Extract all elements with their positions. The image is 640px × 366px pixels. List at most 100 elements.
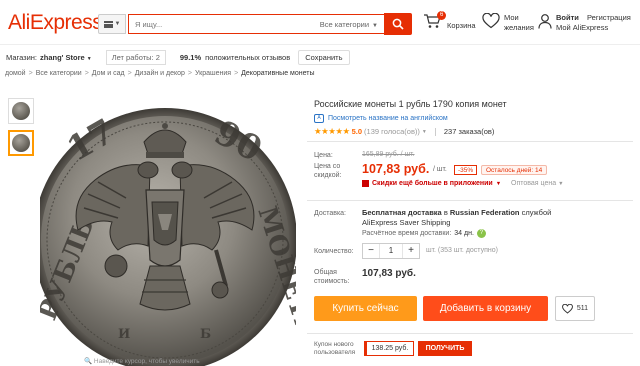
thumbnail-2-selected[interactable] (8, 130, 34, 156)
quantity-stepper: − 1 + (362, 243, 420, 259)
search-category-label: Все категории (319, 19, 370, 29)
coupon-label-line1: Купон нового (314, 341, 354, 348)
total-label-line1: Общая (314, 269, 337, 276)
add-to-wishlist-button[interactable]: 511 (555, 296, 595, 321)
chevron-down-icon: ▼ (114, 21, 121, 27)
delivery-time-value: 34 дн. (454, 230, 474, 237)
original-price: 165,89 руб. / шт. (362, 151, 415, 158)
coin-reverse-thumbnail (12, 134, 30, 152)
aliexpress-logo[interactable]: AliExpress (8, 11, 103, 35)
chevron-down-icon: ▼ (421, 128, 427, 135)
breadcrumb-current[interactable]: Декоративные монеты (241, 70, 314, 82)
coin-mark-right: Б (200, 327, 211, 342)
get-coupon-button[interactable]: ПОЛУЧИТЬ (418, 341, 472, 356)
quantity-increase-button[interactable]: + (403, 244, 419, 258)
app-discount-text: Скидки ещё больше в приложении (372, 180, 493, 187)
divider (434, 127, 436, 136)
search-button[interactable] (384, 13, 412, 35)
cart-link[interactable]: 6 Корзина (423, 11, 476, 31)
menu-icon (103, 20, 113, 28)
delivery-time-label: Расчётное время доставки: (362, 230, 452, 237)
quantity-decrease-button[interactable]: − (363, 244, 379, 258)
shipping-method: AliExpress Saver Shipping (362, 218, 451, 227)
price-label: Цена: (314, 152, 333, 159)
store-name: zhang' Store (40, 52, 85, 62)
breadcrumb-design-decor[interactable]: Дизайн и декор (135, 70, 185, 82)
rating-row: ★★★★★ 5.0 (139 голоса(ов)) ▼ 237 заказа(… (314, 126, 494, 137)
zoom-hint-text: Наведите курсор, чтобы увеличить (93, 358, 200, 365)
breadcrumb: домой > Все категории > Дом и сад > Дизайн … (5, 70, 315, 82)
rating-value: 5.0 (351, 127, 363, 136)
search-input[interactable] (129, 15, 309, 33)
coupon-value: 138.25 руб. (364, 341, 414, 356)
quantity-label: Количество: (314, 248, 354, 255)
wishlist-label-line1: Мои (504, 13, 519, 22)
positive-feedback-label: положительных отзывов (205, 52, 291, 62)
chevron-down-icon: ▼ (495, 180, 502, 187)
quantity-available: шт. (353 шт. доступно) (426, 247, 498, 254)
wholesale-price-text: Оптовая цена (511, 180, 557, 187)
rating-votes-link[interactable]: (139 голоса(ов)) (364, 127, 420, 136)
breadcrumb-separator: > (127, 70, 132, 77)
thumbnail-1[interactable] (8, 98, 34, 124)
days-left-badge: Осталось дней: 14 (481, 165, 548, 175)
buy-now-button[interactable]: Купить сейчас (314, 296, 417, 321)
cart-label: Корзина (447, 21, 476, 30)
sale-price-label: Цена со скидкой: (314, 162, 341, 180)
breadcrumb-home-garden[interactable]: Дом и сад (92, 70, 125, 82)
delivery-country-link[interactable]: Russian Federation (450, 208, 520, 217)
cart-count-badge: 6 (437, 11, 447, 20)
register-link[interactable]: Регистрация (587, 13, 631, 22)
help-icon[interactable]: ? (476, 229, 486, 238)
total-label: Общая стоимость: (314, 268, 349, 286)
delivery-service-word: службой (519, 208, 552, 217)
total-price: 107,83 руб. (362, 268, 416, 279)
save-store-button[interactable]: Сохранить (298, 49, 350, 65)
free-shipping-text: Бесплатная доставка (362, 208, 442, 217)
divider (307, 200, 633, 201)
quantity-input[interactable]: 1 (379, 244, 403, 258)
coin-mark-left: И (118, 327, 130, 342)
breadcrumb-separator: > (187, 70, 193, 77)
delivery-label: Доставка: (314, 210, 347, 217)
divider (307, 141, 633, 142)
zoom-hint: 🔍 Наведите курсор, чтобы увеличить (84, 358, 200, 365)
store-name-link[interactable]: zhang' Store ▼ (40, 53, 92, 62)
delivery-time: Расчётное время доставки: 34 дн. ? (362, 229, 486, 238)
search-icon (392, 18, 404, 30)
breadcrumb-separator: > (84, 70, 89, 77)
mobile-app-icon (362, 180, 369, 187)
wishlist-link[interactable]: Мои желания (482, 13, 534, 33)
translate-title-link[interactable]: A Посмотреть название на английском (314, 114, 448, 123)
wishlist-count: 511 (576, 305, 589, 312)
chevron-down-icon: ▼ (558, 181, 564, 187)
my-aliexpress-link[interactable]: Мой AliExpress (556, 23, 631, 33)
account-labels: Войти Регистрация Мой AliExpress (556, 13, 631, 33)
wishlist-label: Мои желания (504, 13, 534, 33)
breadcrumb-all-categories[interactable]: Все категории (36, 70, 82, 82)
signin-link[interactable]: Войти (556, 13, 579, 22)
breadcrumb-separator: > (234, 70, 239, 77)
coin-obverse-thumbnail (12, 102, 30, 120)
store-label: Магазин: (6, 52, 38, 62)
store-years-badge: Лет работы: 2 (105, 49, 166, 65)
new-user-coupon-label: Купон нового пользователя (314, 341, 355, 357)
translate-icon: A (314, 114, 324, 123)
translate-link-text: Посмотреть название на английском (328, 115, 448, 122)
search-bar: Все категории▼ (128, 14, 384, 34)
product-title: Российские монеты 1 рубль 1790 копия мон… (314, 99, 507, 109)
rating-stars: ★★★★★ (314, 126, 350, 136)
breadcrumb-home[interactable]: домой (5, 70, 26, 82)
wholesale-price-link[interactable]: Оптовая цена ▼ (511, 180, 564, 187)
account-block: Войти Регистрация Мой AliExpress (538, 13, 631, 33)
categories-menu-button[interactable]: ▼ (98, 14, 126, 34)
price-unit: / шт. (433, 166, 447, 173)
store-bar: Магазин: zhang' Store ▼ Лет работы: 2 99.… (0, 46, 640, 68)
chevron-down-icon: ▼ (372, 22, 378, 29)
search-category-select[interactable]: Все категории ▼ (320, 20, 384, 29)
app-discount-link[interactable]: Скидки ещё больше в приложении ▼ (362, 180, 501, 187)
breadcrumb-decorations[interactable]: Украшения (195, 70, 231, 82)
product-main-image[interactable]: 17 90 РУБЛЬ МОНЕТА И Б (40, 90, 296, 366)
add-to-cart-button[interactable]: Добавить в корзину (423, 296, 548, 321)
heart-icon (562, 303, 573, 314)
